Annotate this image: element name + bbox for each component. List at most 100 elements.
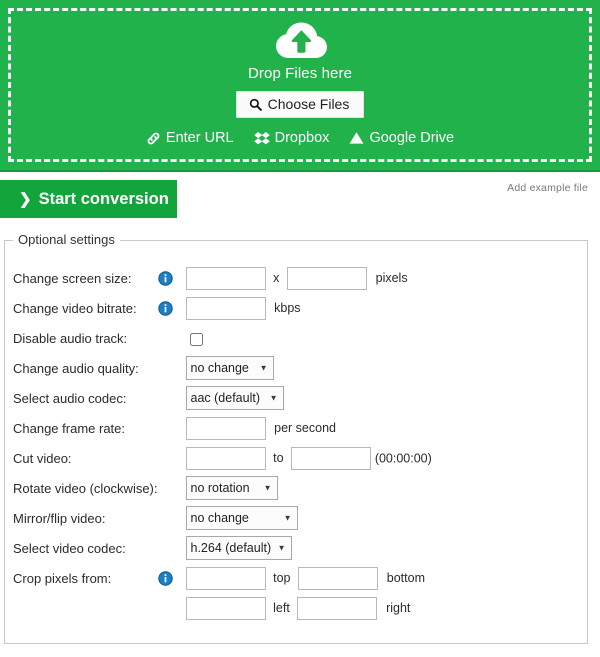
- crop-right-input[interactable]: [297, 596, 378, 620]
- row-change-video-bitrate: Change video bitrate: kbps: [13, 293, 432, 323]
- crop-left-label: left: [273, 601, 290, 615]
- field-change-video-bitrate: kbps: [185, 293, 432, 323]
- file-dropzone[interactable]: Drop Files here Choose Files Enter URL D…: [0, 0, 600, 172]
- info-cell-screen-size: [157, 263, 186, 293]
- label-crop-pixels-from: Crop pixels from:: [13, 570, 112, 586]
- field-disable-audio-track: [186, 323, 432, 353]
- rotate-video-select-wrap: no rotation: [185, 476, 278, 500]
- search-icon: [249, 98, 262, 111]
- audio-codec-select[interactable]: aac (default): [185, 386, 284, 410]
- label-change-frame-rate: Change frame rate:: [13, 420, 126, 436]
- row-crop-pixels-left-right: left right: [13, 593, 432, 623]
- audio-quality-select[interactable]: no change: [185, 356, 274, 380]
- google-drive-link[interactable]: Google Drive: [349, 130, 454, 146]
- info-icon[interactable]: [157, 300, 173, 316]
- cut-video-hint: (00:00:00): [374, 451, 432, 465]
- info-icon[interactable]: [157, 570, 173, 586]
- mirror-flip-select-wrap: no change: [185, 506, 298, 530]
- frame-rate-input[interactable]: [185, 416, 266, 440]
- screen-height-input[interactable]: [287, 266, 367, 290]
- info-cell-video-codec: [158, 533, 186, 563]
- settings-table: Change screen size: x pixels Change vide…: [13, 263, 432, 623]
- info-icon[interactable]: [157, 270, 173, 286]
- cut-video-to-label: to: [273, 451, 284, 465]
- field-crop-left-right: left right: [185, 593, 432, 623]
- crop-top-input[interactable]: [185, 566, 266, 590]
- row-disable-audio-track: Disable audio track:: [13, 323, 432, 353]
- optional-settings-legend: Optional settings: [13, 232, 120, 247]
- dropbox-label: Dropbox: [274, 130, 330, 146]
- field-change-audio-quality: no change: [185, 353, 432, 383]
- info-cell-audio-codec: [158, 383, 186, 413]
- enter-url-link[interactable]: Enter URL: [146, 130, 234, 146]
- video-bitrate-unit: kbps: [274, 301, 301, 315]
- row-rotate-video: Rotate video (clockwise): no rotation: [13, 473, 432, 503]
- dropbox-icon: [253, 131, 270, 146]
- video-codec-select-wrap: h.264 (default): [185, 536, 292, 560]
- rotate-video-select[interactable]: no rotation: [185, 476, 278, 500]
- start-conversion-label: Start conversion: [38, 189, 169, 208]
- crop-bottom-label: bottom: [386, 571, 425, 585]
- audio-codec-select-wrap: aac (default): [185, 386, 284, 410]
- video-codec-select[interactable]: h.264 (default): [185, 536, 292, 560]
- field-select-audio-codec: aac (default): [185, 383, 432, 413]
- screen-width-input[interactable]: [185, 266, 266, 290]
- field-change-frame-rate: per second: [185, 413, 432, 443]
- info-cell-crop-spacer: [158, 593, 186, 623]
- row-select-audio-codec: Select audio codec: aac (default): [13, 383, 432, 413]
- field-cut-video: to (00:00:00): [185, 443, 432, 473]
- label-select-video-codec: Select video codec:: [13, 540, 126, 556]
- field-mirror-flip-video: no change: [185, 503, 432, 533]
- info-cell-mirror-flip: [158, 503, 186, 533]
- enter-url-label: Enter URL: [165, 130, 234, 146]
- info-cell-frame-rate: [158, 413, 186, 443]
- info-cell-video-bitrate: [157, 293, 186, 323]
- row-select-video-codec: Select video codec: h.264 (default): [13, 533, 432, 563]
- label-change-screen-size: Change screen size:: [13, 270, 132, 286]
- info-cell-cut-video: [158, 443, 186, 473]
- field-select-video-codec: h.264 (default): [185, 533, 432, 563]
- label-rotate-video: Rotate video (clockwise):: [13, 480, 158, 496]
- dropzone-dashed-area[interactable]: Drop Files here Choose Files Enter URL D…: [8, 8, 592, 162]
- label-cut-video: Cut video:: [13, 450, 72, 466]
- cut-video-from-input[interactable]: [185, 446, 266, 470]
- row-change-screen-size: Change screen size: x pixels: [13, 263, 432, 293]
- chevron-right-icon: ❯: [19, 190, 32, 208]
- choose-files-label: Choose Files: [267, 96, 350, 112]
- row-cut-video: Cut video: to (00:00:00): [13, 443, 432, 473]
- optional-settings-panel: Optional settings Change screen size: x …: [4, 232, 588, 644]
- drop-files-text: Drop Files here: [247, 65, 353, 82]
- info-cell-crop: [157, 563, 186, 593]
- link-icon: [146, 131, 161, 146]
- info-cell-disable-audio: [158, 323, 186, 353]
- field-rotate-video: no rotation: [185, 473, 432, 503]
- upload-source-links: Enter URL Dropbox Google Drive: [146, 130, 454, 146]
- label-change-video-bitrate: Change video bitrate:: [13, 300, 137, 316]
- crop-left-input[interactable]: [185, 596, 266, 620]
- info-cell-audio-quality: [158, 353, 186, 383]
- cut-video-to-input[interactable]: [291, 446, 372, 470]
- row-crop-pixels-top-bottom: Crop pixels from: top bottom: [13, 563, 432, 593]
- label-disable-audio-track: Disable audio track:: [13, 330, 128, 346]
- mirror-flip-select[interactable]: no change: [185, 506, 298, 530]
- choose-files-button[interactable]: Choose Files: [235, 91, 365, 118]
- field-change-screen-size: x pixels: [185, 263, 432, 293]
- google-drive-label: Google Drive: [369, 130, 455, 146]
- google-drive-icon: [349, 131, 364, 145]
- frame-rate-unit: per second: [274, 421, 336, 435]
- start-conversion-button[interactable]: ❯ Start conversion: [0, 180, 177, 218]
- dropbox-link[interactable]: Dropbox: [253, 130, 330, 146]
- label-crop-spacer: [13, 593, 158, 623]
- cloud-upload-icon: [272, 21, 328, 61]
- row-change-frame-rate: Change frame rate: per second: [13, 413, 432, 443]
- add-example-file-link[interactable]: Add example file: [507, 182, 588, 194]
- label-mirror-flip-video: Mirror/flip video:: [13, 510, 106, 526]
- crop-right-label: right: [386, 601, 411, 615]
- video-bitrate-input[interactable]: [185, 296, 266, 320]
- screen-size-unit: pixels: [375, 271, 408, 285]
- disable-audio-track-checkbox[interactable]: [189, 332, 203, 346]
- label-change-audio-quality: Change audio quality:: [13, 360, 139, 376]
- crop-top-label: top: [273, 571, 291, 585]
- crop-bottom-input[interactable]: [298, 566, 379, 590]
- info-cell-rotate-video: [158, 473, 186, 503]
